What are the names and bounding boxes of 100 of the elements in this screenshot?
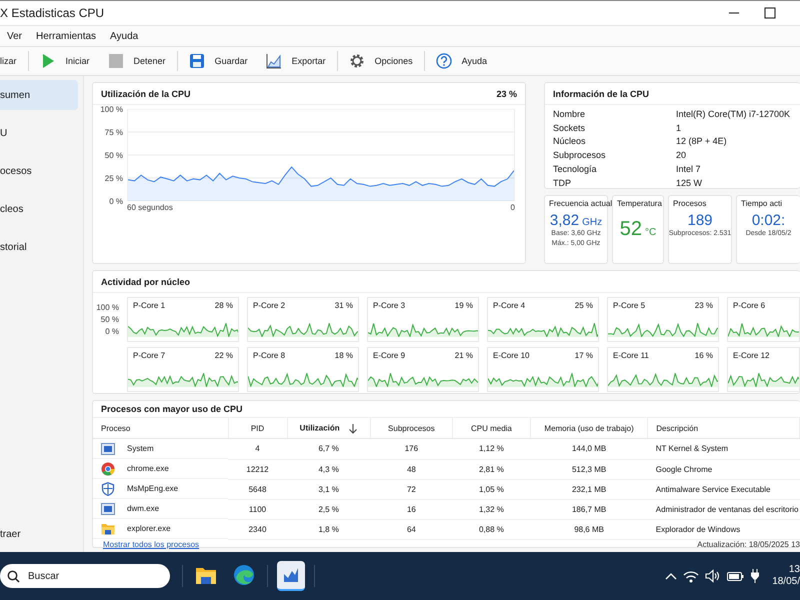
axis-label: 50 %	[100, 315, 119, 324]
table-cell: 176	[370, 438, 452, 459]
core-name: E-Core 11	[613, 351, 649, 360]
core-name: P-Core 7	[133, 351, 166, 360]
toolbar-button[interactable]: Iniciar	[30, 48, 99, 74]
shield-icon	[101, 482, 115, 496]
core-reading: 25 %	[574, 301, 593, 310]
card-title: Procesos	[672, 199, 706, 208]
sidebar-item[interactable]: U	[0, 118, 78, 148]
toolbar-button[interactable]: lizar	[0, 48, 26, 74]
axis-label: 0	[510, 203, 515, 212]
table-cell: 6,7 %	[287, 438, 370, 459]
info-label: Sockets	[553, 122, 586, 134]
sidebar-item[interactable]: ocesos	[0, 156, 78, 186]
core-name: P-Core 3	[373, 301, 406, 310]
panel-title: Utilización de la CPU	[101, 88, 191, 98]
battery-icon[interactable]	[727, 570, 744, 582]
column-header[interactable]: Utilización	[287, 418, 370, 438]
chart-icon[interactable]	[266, 53, 282, 69]
info-label: Nombre	[553, 109, 586, 121]
panel-title: Actividad por núcleo	[101, 276, 190, 286]
table-cell: 48	[370, 459, 452, 479]
search-field[interactable]: Buscar	[0, 564, 170, 588]
column-header[interactable]: Proceso	[93, 418, 228, 438]
core-name: P-Core 4	[493, 301, 526, 310]
core-reading: 19 %	[454, 301, 473, 310]
table-cell: NT Kernel & System	[648, 438, 800, 459]
window-icon	[101, 442, 115, 456]
column-header[interactable]: Memoria (uso de trabajo)	[530, 418, 648, 438]
card-title: Frecuencia actual	[548, 199, 612, 208]
speaker-icon[interactable]	[705, 569, 722, 583]
core-name: E-Core 12	[733, 351, 770, 360]
plug-icon[interactable]	[750, 569, 760, 583]
table-cell: 4	[228, 438, 287, 459]
sidebar-item[interactable]: traer	[0, 524, 78, 544]
update-time: Actualización: 18/05/2025 13	[697, 540, 800, 548]
table-cell: 232,1 MB	[530, 479, 648, 499]
process-cell: System	[93, 439, 228, 459]
table-cell: 3,1 %	[287, 479, 370, 499]
axis-label: 100 %	[96, 303, 119, 312]
maximize-icon[interactable]	[764, 7, 776, 19]
column-header[interactable]: Subprocesos	[370, 418, 452, 438]
toolbar-button[interactable]: Detener	[98, 48, 175, 74]
toolbar-button[interactable]: Guardar	[180, 48, 257, 74]
menu-item[interactable]: Ver	[7, 30, 22, 42]
column-header[interactable]: CPU media	[452, 418, 530, 438]
process-cell: MsMpEng.exe	[93, 479, 228, 499]
column-header[interactable]: Descripción	[648, 418, 800, 438]
toolbar-button[interactable]: Exportar	[256, 48, 335, 74]
stat-value: 0:02:	[752, 212, 786, 229]
column-header[interactable]: PID	[228, 418, 287, 438]
info-value: Intel 7	[676, 164, 702, 176]
clock-date[interactable]: 18/05/	[772, 576, 800, 588]
table-cell: 512,3 MB	[530, 459, 648, 479]
gear-icon[interactable]	[348, 53, 365, 69]
show-all-link[interactable]: Mostrar todos los procesos	[103, 540, 200, 548]
panel-title: Información de la CPU	[553, 88, 650, 98]
menu-item[interactable]: Herramientas	[36, 30, 96, 42]
axis-label: 0 %	[105, 327, 119, 336]
sidebar-item[interactable]: cleos	[0, 194, 78, 224]
sort-arrow-icon[interactable]	[348, 422, 358, 434]
wifi-icon[interactable]	[683, 570, 700, 582]
card-title: Tiempo acti	[740, 199, 782, 208]
stat-unit: GHz	[582, 217, 602, 228]
card-title: Temperatura	[616, 199, 662, 208]
table-cell: 1100	[228, 499, 287, 519]
process-cell: chrome.exe	[93, 459, 228, 479]
process-cell: explorer.exe	[93, 519, 228, 539]
sidebar-item[interactable]: sumen	[0, 80, 78, 110]
toolbar-button[interactable]: Opciones	[340, 48, 422, 74]
table-cell: 1,32 %	[452, 499, 530, 519]
core-name: E-Core 9	[373, 351, 406, 360]
stat-value: 52	[620, 218, 642, 241]
table-cell: 2,5 %	[287, 499, 370, 519]
table-cell: 144,0 MB	[530, 438, 648, 459]
stat-unit: °C	[645, 227, 656, 238]
round-logo-icon	[101, 462, 115, 476]
sidebar-item[interactable]: storial	[0, 232, 78, 262]
core-reading: 31 %	[334, 301, 353, 310]
table-cell: 186,7 MB	[530, 499, 648, 519]
toolbar-button[interactable]: Ayuda	[426, 48, 496, 74]
core-reading: 16 %	[694, 351, 713, 360]
core-name: P-Core 2	[253, 301, 286, 310]
table-cell: 5648	[228, 479, 287, 499]
axis-label: 100 %	[100, 104, 123, 114]
stat-value: 3,82	[550, 212, 580, 229]
swirl-logo-icon[interactable]	[232, 563, 256, 587]
table-cell: 2,81 %	[452, 459, 530, 479]
axis-label: 25 %	[104, 174, 123, 182]
menu-item[interactable]: Ayuda	[110, 30, 138, 42]
info-value: 20	[676, 150, 688, 162]
chevron-up-icon[interactable]	[665, 571, 678, 581]
table-cell: 12212	[228, 459, 287, 479]
window-icon	[101, 502, 115, 516]
help-icon[interactable]	[436, 53, 452, 69]
axis-label: 0 %	[109, 196, 123, 206]
clock-time[interactable]: 13	[788, 564, 800, 576]
folder-icon	[101, 522, 115, 536]
window-title: X Estadisticas CPU	[0, 6, 104, 20]
table-cell: 4,3 %	[287, 459, 370, 479]
